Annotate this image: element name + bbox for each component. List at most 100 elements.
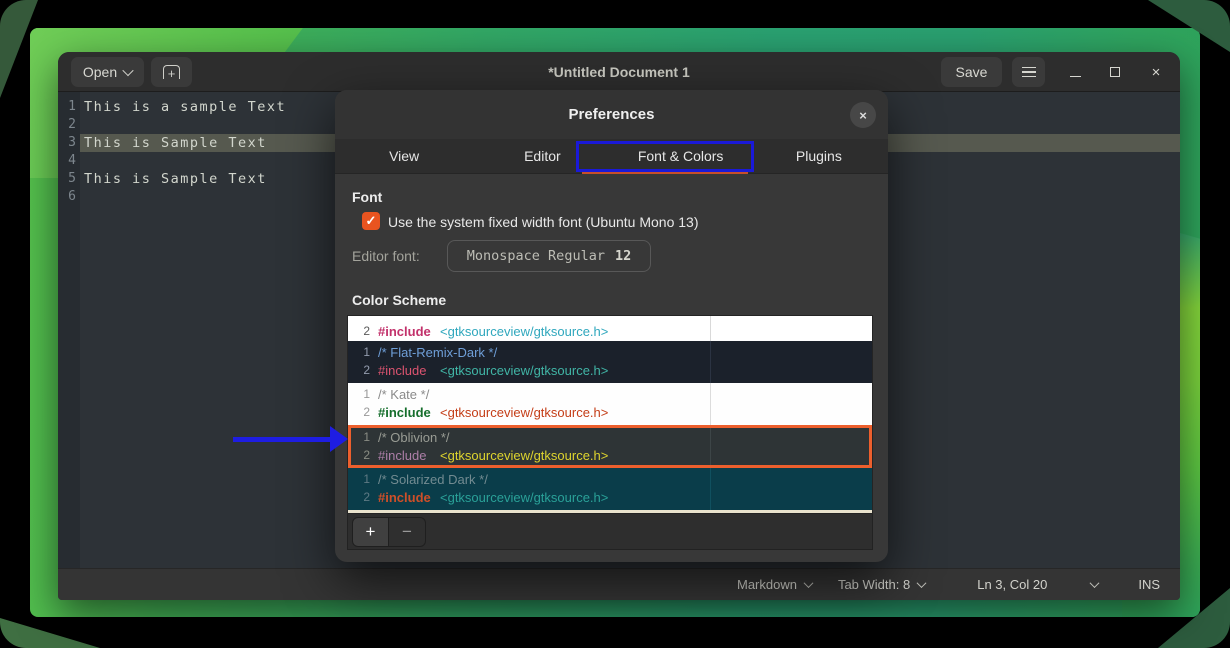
color-scheme-list: 2 #include <gtksourceview/gtksource.h> 1… [347,315,873,514]
scheme-row-partial-top[interactable]: 2 #include <gtksourceview/gtksource.h> [348,316,872,341]
preview-header-path: <gtksourceview/gtksource.h> [440,404,608,421]
remove-scheme-button[interactable]: − [389,517,426,547]
preview-line-number: 1 [348,386,370,403]
language-label: Markdown [737,577,797,592]
header-bar: Open + *Untitled Document 1 Save × [58,52,1180,92]
dialog-close-button[interactable]: × [850,102,876,128]
new-tab-button[interactable]: + [151,57,192,87]
minimize-icon [1070,76,1081,78]
close-button[interactable]: × [1143,60,1169,84]
preview-comment: /* Oblivion */ [378,429,450,446]
chevron-down-icon [122,65,133,76]
scheme-list-toolbar: + − [347,514,873,550]
close-icon: × [859,108,867,123]
preview-include: #include [378,447,426,464]
editor-line: This is Sample Text [84,170,267,188]
language-selector[interactable]: Markdown [737,577,812,592]
font-size: 12 [615,248,631,264]
add-scheme-button[interactable]: + [352,517,389,547]
right-margin-line [710,383,711,425]
insert-mode-indicator[interactable]: INS [1138,577,1160,592]
preview-line-number: 1 [348,344,370,361]
plus-icon: + [366,522,376,542]
maximize-icon [1110,67,1120,77]
preview-comment: /* Solarized Dark */ [378,471,488,488]
editor-line: This is a sample Text [84,98,286,116]
right-margin-line [710,341,711,383]
editor-font-label: Editor font: [352,248,420,264]
dialog-title: Preferences [569,106,655,123]
scheme-row-flat-remix-dark[interactable]: 1 2 /* Flat-Remix-Dark */ #include <gtks… [348,341,872,383]
line-number: 1 [58,98,76,116]
tab-view[interactable]: View [335,139,473,173]
tab-label: Plugins [796,148,842,164]
preview-line-number: 1 [348,471,370,488]
save-button[interactable]: Save [941,57,1002,87]
maximize-button[interactable] [1102,60,1128,84]
tab-width-label: Tab Width: 8 [838,577,910,592]
preview-line-number: 2 [348,323,370,340]
system-font-checkbox[interactable]: ✓ [362,212,380,230]
preferences-dialog: Preferences × View Editor Font & Colors … [335,90,888,562]
editor-line: This is Sample Text [84,134,267,152]
scheme-row-solarized-dark[interactable]: 1 2 /* Solarized Dark */ #include <gtkso… [348,468,872,510]
preview-header-path: <gtksourceview/gtksource.h> [440,489,608,506]
chevron-down-icon [804,578,814,588]
goto-line-dropdown[interactable] [1091,581,1098,588]
right-margin-line [710,468,711,510]
check-icon: ✓ [366,213,377,229]
editor-font-button[interactable]: Monospace Regular 12 [447,240,651,272]
cursor-position-label: Ln 3, Col 20 [977,577,1047,592]
new-tab-icon: + [163,65,180,79]
open-button-label: Open [83,64,117,80]
line-number: 3 [58,134,76,152]
preview-include: #include [378,489,431,506]
preview-comment: /* Kate */ [378,386,429,403]
line-number-gutter: 1 2 3 4 5 6 [58,92,80,568]
preview-header-path: <gtksourceview/gtksource.h> [440,447,608,464]
preview-line-number: 2 [348,404,370,421]
close-icon: × [1152,64,1161,81]
system-font-checkbox-label[interactable]: Use the system fixed width font (Ubuntu … [388,214,698,230]
desktop-screen: Open + *Untitled Document 1 Save × [0,0,1230,648]
font-name: Monospace Regular [467,248,605,264]
right-margin-line [710,428,711,465]
tab-plugins[interactable]: Plugins [750,139,888,173]
active-tab-underline [582,172,748,174]
preview-include: #include [378,323,431,340]
status-bar: Markdown Tab Width: 8 Ln 3, Col 20 INS [58,568,1180,600]
menu-button[interactable] [1012,57,1045,87]
preview-line-number: 2 [348,362,370,379]
tab-width-selector[interactable]: Tab Width: 8 [838,577,925,592]
chevron-down-icon [1090,578,1100,588]
preview-line-number: 2 [348,489,370,506]
preview-include: #include [378,404,431,421]
open-button[interactable]: Open [71,57,144,87]
preview-line-number: 2 [348,447,370,464]
line-number: 4 [58,152,76,170]
preview-header-path: <gtksourceview/gtksource.h> [440,362,608,379]
cursor-position[interactable]: Ln 3, Col 20 [977,577,1047,592]
line-number: 6 [58,188,76,206]
annotation-highlight-box [576,141,754,172]
hamburger-icon [1022,67,1036,77]
scheme-row-kate[interactable]: 1 2 /* Kate */ #include <gtksourceview/g… [348,383,872,425]
minimize-button[interactable] [1062,60,1088,84]
line-number: 2 [58,116,76,134]
dialog-header: Preferences × [335,90,888,139]
minus-icon: − [402,522,412,542]
preview-line-number: 1 [348,429,370,446]
save-button-label: Save [956,64,988,80]
annotation-arrow-line [233,437,333,442]
right-margin-line [710,316,711,341]
preview-header-path: <gtksourceview/gtksource.h> [440,323,608,340]
chevron-down-icon [917,578,927,588]
tab-label: View [389,148,419,164]
tab-label: Editor [524,148,561,164]
color-scheme-heading: Color Scheme [352,292,446,308]
scheme-row-oblivion-selected[interactable]: 1 2 /* Oblivion */ #include <gtksourcevi… [348,425,872,468]
preview-comment: /* Flat-Remix-Dark */ [378,344,497,361]
line-number: 5 [58,170,76,188]
insert-mode-label: INS [1138,577,1160,592]
font-section-heading: Font [352,189,382,205]
